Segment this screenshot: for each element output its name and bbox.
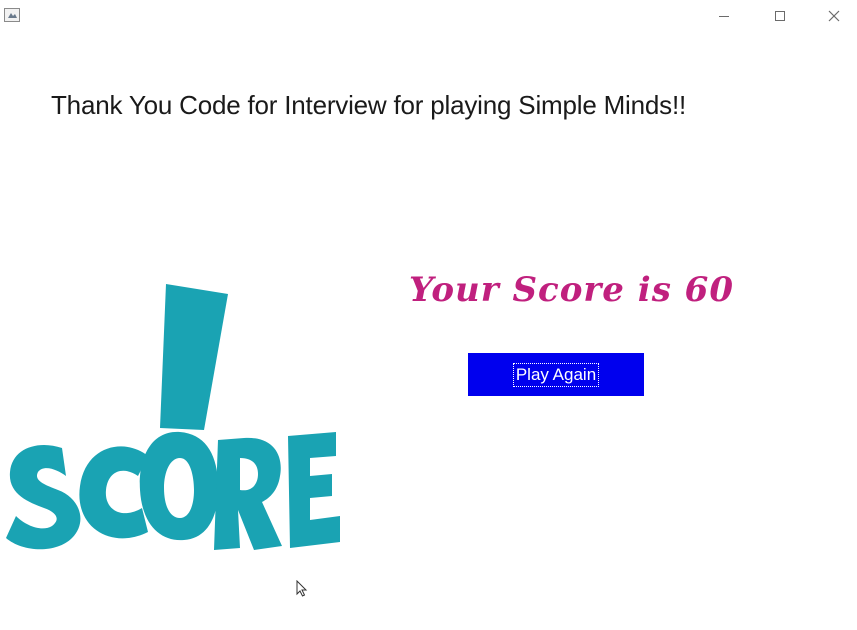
play-again-button[interactable]: Play Again (468, 353, 644, 396)
java-app-icon (4, 8, 20, 22)
title-bar (0, 0, 857, 32)
score-label: Your Score is 60 (409, 270, 734, 310)
thank-you-heading: Thank You Code for Interview for playing… (51, 90, 687, 120)
close-icon (828, 10, 840, 22)
maximize-button[interactable] (757, 0, 803, 32)
maximize-icon (775, 11, 785, 21)
score-logo-image (6, 284, 340, 550)
mouse-cursor-icon (296, 580, 308, 597)
play-again-label: Play Again (512, 362, 600, 387)
minimize-icon (719, 16, 729, 17)
game-over-window: Thank You Code for Interview for playing… (0, 0, 857, 630)
close-button[interactable] (811, 0, 857, 32)
minimize-button[interactable] (701, 0, 747, 32)
